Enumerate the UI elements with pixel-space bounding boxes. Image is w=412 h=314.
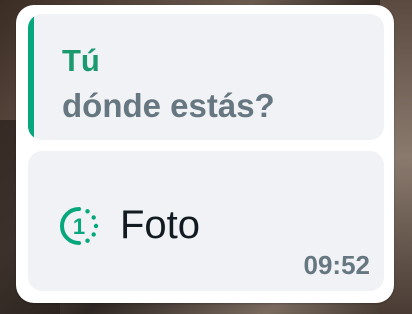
view-once-count: 1 (73, 214, 85, 239)
message-timestamp: 09:52 (303, 250, 371, 280)
quoted-reply[interactable]: Tú dónde estás? (28, 14, 384, 140)
quote-accent-bar (28, 14, 34, 140)
quote-author: Tú (62, 43, 100, 78)
quote-text: dónde estás? (62, 87, 275, 124)
media-label: Foto (120, 203, 201, 247)
message-bubble[interactable]: Tú dónde estás? 1 Foto 09:52 (16, 5, 394, 303)
view-once-photo[interactable]: 1 Foto 09:52 (28, 151, 384, 291)
view-once-icon: 1 (60, 207, 99, 245)
